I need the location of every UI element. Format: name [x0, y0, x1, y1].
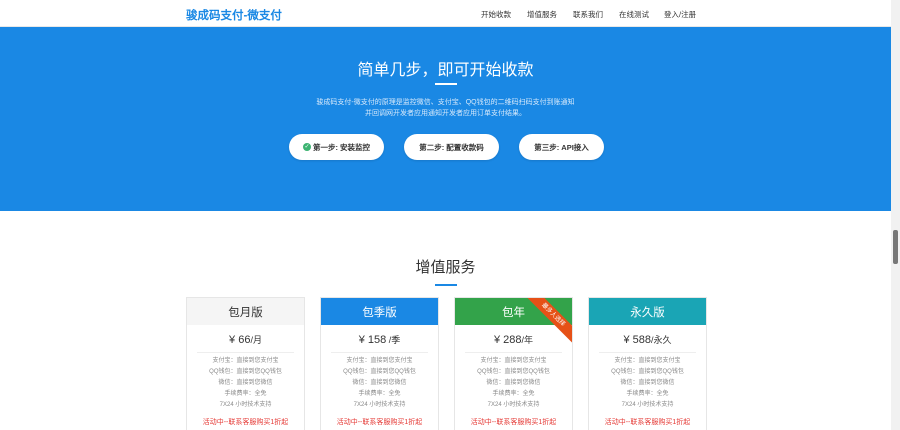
- plan-price-amount: ¥ 158: [358, 334, 387, 346]
- plan-divider: [465, 352, 562, 353]
- plan-price-unit: /季: [386, 335, 401, 345]
- plan-feature: 支付宝：直接到您支付宝: [212, 358, 279, 364]
- plan-feature: 7X24 小时技术支持: [219, 402, 272, 408]
- nav-contact[interactable]: 联系我们: [573, 9, 603, 20]
- hero-title: 简单几步，即可开始收款: [357, 62, 534, 79]
- hero-description-line1: 骏成码支付-微支付的原理是监控微信、支付宝、QQ钱包的二维码扫码支付到账通知: [316, 99, 575, 106]
- plan-card-lifetime: 永久版 ¥ 588/永久 支付宝：直接到您支付宝 QQ钱包：直接到您QQ钱包 微…: [588, 297, 707, 430]
- plan-price: ¥ 588/永久: [589, 333, 706, 346]
- popular-ribbon: 最多人选择: [522, 298, 572, 348]
- plan-promo-link[interactable]: 活动中--联系客服购买1折起: [589, 417, 706, 427]
- plan-feature: QQ钱包：直接到您QQ钱包: [611, 369, 684, 375]
- plan-header: 永久版: [589, 298, 706, 325]
- plan-feature: 微信：直接到您微信: [486, 380, 541, 386]
- nav-login-register[interactable]: 登入/注册: [664, 9, 696, 20]
- plan-price: ¥ 66/月: [187, 333, 304, 346]
- plan-feature: 7X24 小时技术支持: [353, 402, 406, 408]
- hero-section: 简单几步，即可开始收款 骏成码支付-微支付的原理是监控微信、支付宝、QQ钱包的二…: [0, 27, 891, 211]
- check-circle-icon: ✓: [302, 143, 311, 151]
- nav-online-test[interactable]: 在线测试: [619, 9, 649, 20]
- plan-name: 永久版: [630, 306, 665, 319]
- popular-ribbon-label: 最多人选择: [522, 298, 572, 346]
- step-1-button[interactable]: ✓ 第一步: 安装监控: [289, 134, 384, 160]
- step-2-button[interactable]: 第二步: 配置收款码: [404, 134, 499, 160]
- scrollbar-thumb[interactable]: [893, 230, 898, 264]
- nav-start-collect[interactable]: 开始收款: [481, 9, 511, 20]
- plan-price: ¥ 158 /季: [321, 333, 438, 346]
- hero-description-line2: 并回调网开发者应用通知开发者应用订单支付结果。: [365, 110, 526, 117]
- plan-name: 包季版: [362, 306, 397, 319]
- plan-divider: [331, 352, 428, 353]
- plan-header: 包季版: [321, 298, 438, 325]
- plan-card-yearly: 包年 最多人选择 ¥ 288/年 支付宝：直接到您支付宝 QQ钱包：直接到您QQ…: [454, 297, 573, 430]
- plan-card-monthly: 包月版 ¥ 66/月 支付宝：直接到您支付宝 QQ钱包：直接到您QQ钱包 微信：…: [186, 297, 305, 430]
- top-navbar: 骏成码支付-微支付 开始收款 增值服务 联系我们 在线测试 登入/注册: [0, 0, 891, 27]
- plan-feature: 手续费率：全免: [358, 391, 401, 397]
- step-1-label: 第一步: 安装监控: [312, 142, 371, 152]
- plan-feature: 支付宝：直接到您支付宝: [614, 358, 681, 364]
- step-3-button[interactable]: 第三步: API接入: [519, 134, 604, 160]
- plan-price-unit: /永久: [651, 335, 672, 345]
- plan-promo-link[interactable]: 活动中--联系客服购买1折起: [187, 417, 304, 427]
- plan-feature: 手续费率：全免: [224, 391, 267, 397]
- plan-feature: 支付宝：直接到您支付宝: [480, 358, 547, 364]
- plan-card-quarterly: 包季版 ¥ 158 /季 支付宝：直接到您支付宝 QQ钱包：直接到您QQ钱包 微…: [320, 297, 439, 430]
- plan-feature: 微信：直接到您微信: [620, 380, 675, 386]
- plan-feature: 手续费率：全免: [492, 391, 535, 397]
- plan-divider: [197, 352, 294, 353]
- plan-feature: QQ钱包：直接到您QQ钱包: [477, 369, 550, 375]
- plan-feature: 支付宝：直接到您支付宝: [346, 358, 413, 364]
- plan-divider: [599, 352, 696, 353]
- page-scrollbar[interactable]: [891, 0, 900, 430]
- plan-promo-link[interactable]: 活动中--联系客服购买1折起: [455, 417, 572, 427]
- plan-price-amount: ¥ 588: [623, 334, 651, 346]
- plan-name: 包月版: [228, 306, 263, 319]
- plan-header: 包月版: [187, 298, 304, 325]
- plan-price-amount: ¥ 66: [229, 334, 251, 346]
- plan-feature: QQ钱包：直接到您QQ钱包: [343, 369, 416, 375]
- plan-feature: 手续费率：全免: [626, 391, 669, 397]
- section-title: 增值服务: [415, 259, 476, 276]
- hero-divider: [435, 83, 457, 85]
- plan-feature: 7X24 小时技术支持: [487, 402, 540, 408]
- plan-price-unit: /月: [250, 335, 262, 345]
- plan-feature: 7X24 小时技术支持: [621, 402, 674, 408]
- section-divider: [435, 284, 457, 286]
- plan-feature: 微信：直接到您微信: [218, 380, 273, 386]
- plan-feature: 微信：直接到您微信: [352, 380, 407, 386]
- plan-price-amount: ¥ 288: [493, 334, 522, 346]
- step-3-label: 第三步: API接入: [534, 142, 589, 152]
- plan-promo-link[interactable]: 活动中--联系客服购买1折起: [321, 417, 438, 427]
- nav-value-added[interactable]: 增值服务: [527, 9, 557, 20]
- step-2-label: 第二步: 配置收款码: [419, 142, 484, 152]
- brand-logo-link[interactable]: 骏成码支付-微支付: [186, 7, 282, 23]
- plan-feature: QQ钱包：直接到您QQ钱包: [209, 369, 282, 375]
